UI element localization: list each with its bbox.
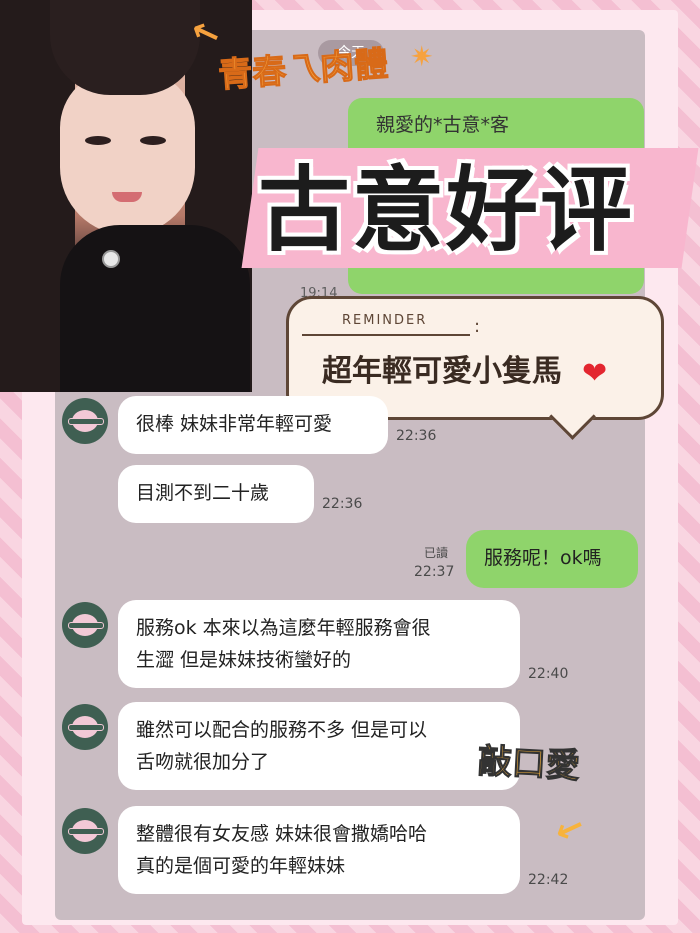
- message-time: 22:36: [396, 428, 437, 444]
- avatar-ring: [68, 724, 104, 731]
- message-line: 真的是個可愛的年輕妹妹: [136, 855, 346, 877]
- avatar[interactable]: [62, 704, 108, 750]
- cute-sticker: 敲口愛: [476, 741, 581, 787]
- reminder-colon: :: [474, 316, 481, 337]
- message-bubble[interactable]: 很棒 妹妹非常年輕可愛: [118, 396, 388, 454]
- message-line: 雖然可以配合的服務不多 但是可以: [136, 719, 428, 741]
- right-eye: [140, 136, 166, 145]
- message-line: 舌吻就很加分了: [136, 751, 270, 773]
- reminder-label: REMINDER: [342, 313, 428, 328]
- hair-bangs: [50, 0, 200, 95]
- message-line: 整體很有女友感 妹妹很會撒嬌哈哈: [136, 823, 428, 845]
- heart-icon: ❤: [582, 356, 608, 391]
- message-text: 很棒 妹妹非常年輕可愛: [136, 413, 333, 435]
- message-text: 服務呢！ok嗎: [484, 547, 602, 569]
- page-title: 古意好评: [258, 157, 635, 264]
- sparkle-icon: ✷: [410, 40, 434, 73]
- message-bubble[interactable]: 整體很有女友感 妹妹很會撒嬌哈哈 真的是個可愛的年輕妹妹: [118, 806, 520, 894]
- message-bubble[interactable]: 服務ok 本來以為這麼年輕服務會很 生澀 但是妹妹技術蠻好的: [118, 600, 520, 688]
- avatar[interactable]: [62, 602, 108, 648]
- top-card-text: 親愛的*古意*客: [376, 114, 510, 136]
- message-text: 目測不到二十歲: [136, 482, 270, 504]
- message-time: 22:37: [414, 564, 455, 580]
- pendant: [102, 250, 120, 268]
- message-time: 22:42: [528, 872, 569, 888]
- message-bubble[interactable]: 雖然可以配合的服務不多 但是可以 舌吻就很加分了: [118, 702, 520, 790]
- avatar[interactable]: [62, 808, 108, 854]
- reminder-text: 超年輕可愛小隻馬: [322, 354, 562, 389]
- black-dress: [60, 225, 250, 392]
- profile-photo: [0, 0, 252, 392]
- avatar-ring: [68, 622, 104, 629]
- reminder-underline: [302, 334, 470, 336]
- message-time: 22:40: [528, 666, 569, 682]
- avatar-ring: [68, 418, 104, 425]
- left-eye: [85, 136, 111, 145]
- message-bubble[interactable]: 目測不到二十歲: [118, 465, 314, 523]
- avatar-ring: [68, 828, 104, 835]
- message-line: 服務ok 本來以為這麼年輕服務會很: [136, 617, 431, 639]
- read-receipt: 已讀: [424, 546, 449, 560]
- sent-message-bubble[interactable]: 服務呢！ok嗎: [466, 530, 638, 588]
- avatar[interactable]: [62, 398, 108, 444]
- message-time: 22:36: [322, 496, 363, 512]
- message-line: 生澀 但是妹妹技術蠻好的: [136, 649, 352, 671]
